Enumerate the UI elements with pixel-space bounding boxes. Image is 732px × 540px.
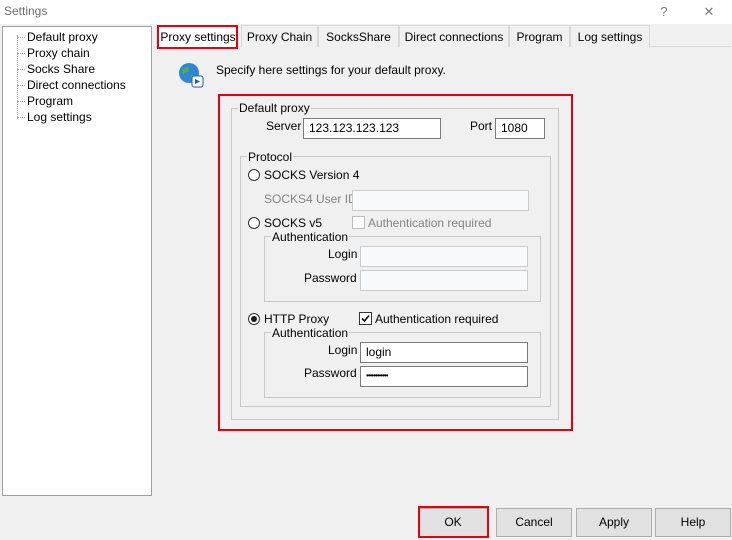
http-proxy-radio[interactable] — [248, 313, 260, 325]
http-password-label: Password — [304, 366, 357, 380]
window-title: Settings — [4, 4, 48, 18]
apply-button[interactable]: Apply — [576, 508, 652, 537]
socks5-radio[interactable] — [248, 217, 260, 229]
http-auth-label: Authentication required — [375, 312, 499, 326]
server-input[interactable]: 123.123.123.123 — [303, 118, 441, 139]
tree-item-log-settings[interactable]: Log settings — [17, 109, 92, 125]
tree-item-proxy-chain[interactable]: Proxy chain — [17, 45, 90, 61]
socks5-label: SOCKS v5 — [264, 216, 323, 230]
title-bar: Settings ? ✕ — [0, 0, 732, 24]
tab-log-settings[interactable]: Log settings — [570, 25, 650, 47]
help-button[interactable]: Help — [655, 508, 731, 537]
tree-item-default-proxy[interactable]: Default proxy — [17, 29, 98, 45]
tree-item-program[interactable]: Program — [17, 93, 73, 109]
socks5-password-input[interactable] — [360, 270, 528, 291]
http-password-input[interactable]: •••••••••••• — [360, 366, 528, 387]
panel-description: Specify here settings for your default p… — [216, 63, 446, 77]
port-label: Port — [470, 119, 493, 133]
http-login-label: Login — [328, 343, 358, 357]
socks4-userid-input[interactable] — [352, 190, 529, 211]
tree-item-socks-share[interactable]: Socks Share — [17, 61, 95, 77]
socks4-label: SOCKS Version 4 — [264, 168, 360, 182]
http-proxy-label: HTTP Proxy — [264, 312, 330, 326]
protocol-legend: Protocol — [247, 150, 294, 164]
globe-icon — [177, 61, 205, 89]
socks5-login-label: Login — [328, 247, 358, 261]
socks5-password-label: Password — [304, 271, 357, 285]
tab-direct-connections[interactable]: Direct connections — [399, 25, 509, 47]
tab-proxy-chain[interactable]: Proxy Chain — [241, 25, 318, 47]
socks4-radio[interactable] — [248, 169, 260, 181]
checkmark-icon — [361, 314, 370, 323]
socks5-auth-checkbox[interactable] — [352, 216, 365, 229]
tab-proxy-settings[interactable]: Proxy settings — [158, 25, 238, 47]
socks4-userid-label: SOCKS4 User ID — [264, 192, 357, 206]
close-icon[interactable]: ✕ — [700, 3, 718, 21]
http-login-input[interactable]: login — [360, 342, 528, 363]
cancel-button[interactable]: Cancel — [496, 508, 572, 537]
socks5-auth-label: Authentication required — [368, 216, 492, 230]
http-auth-legend: Authentication — [271, 326, 350, 340]
socks5-login-input[interactable] — [360, 246, 528, 267]
port-input[interactable]: 1080 — [495, 118, 545, 139]
tab-program[interactable]: Program — [509, 25, 570, 47]
ok-button[interactable]: OK — [418, 508, 488, 537]
help-icon[interactable]: ? — [655, 3, 673, 21]
server-label: Server — [266, 119, 302, 133]
default-proxy-legend: Default proxy — [238, 101, 311, 115]
tab-socksshare[interactable]: SocksShare — [318, 25, 399, 47]
settings-tree: Default proxy Proxy chain Socks Share Di… — [2, 26, 152, 496]
socks5-auth-legend: Authentication — [271, 230, 350, 244]
tree-item-direct-connections[interactable]: Direct connections — [17, 77, 126, 93]
http-auth-checkbox[interactable] — [359, 312, 372, 325]
